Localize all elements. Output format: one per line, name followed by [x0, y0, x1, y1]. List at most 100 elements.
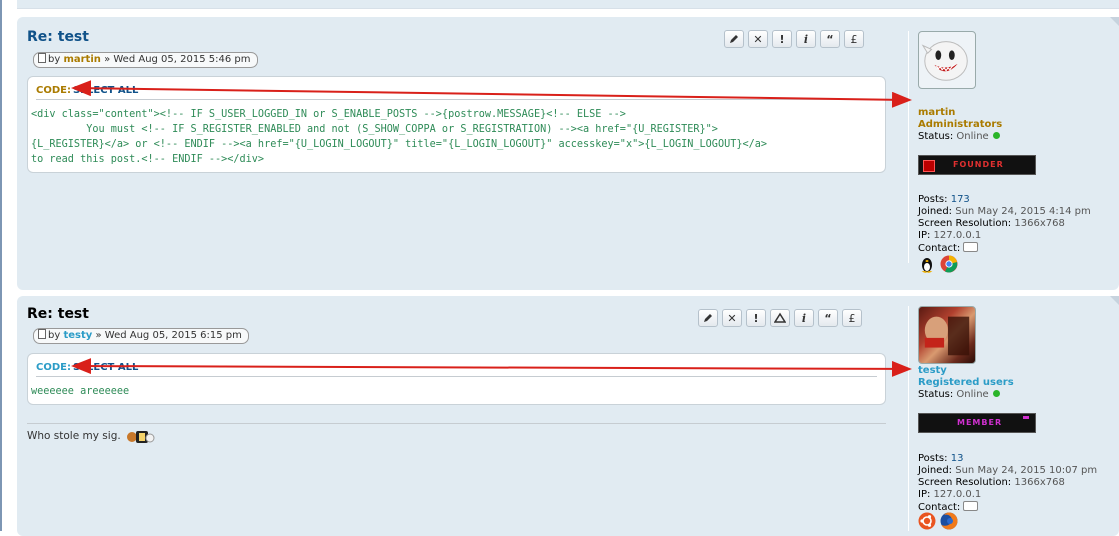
post-icon[interactable]	[38, 329, 46, 339]
code-content: <div class="content"><!-- IF S_USER_LOGG…	[31, 107, 767, 167]
profile-joined: Joined: Sun May 24, 2015 4:14 pm	[918, 206, 1091, 217]
linux-icon	[921, 258, 933, 273]
posts-label: Posts:	[918, 453, 948, 464]
profile-rank: Administrators	[918, 119, 1003, 130]
rank-badge-icon	[1023, 416, 1029, 419]
edit-icon	[730, 35, 738, 43]
code-header: CODE: SELECT ALL	[36, 362, 138, 373]
report-icon: !	[753, 311, 759, 325]
author-link[interactable]: martin	[63, 54, 100, 65]
code-box: CODE: SELECT ALL weeeeee areeeeee	[27, 353, 886, 405]
status-label: Status:	[918, 389, 954, 400]
firefox-icon	[940, 512, 958, 530]
post-1: Re: test by martin » Wed Aug 05, 2015 5:…	[17, 17, 1119, 290]
joined-value: Sun May 24, 2015 10:07 pm	[955, 465, 1098, 476]
ip-value: 127.0.0.1	[933, 489, 982, 500]
chrome-icon	[940, 255, 958, 273]
profile-username[interactable]: martin	[918, 107, 955, 118]
profile-resolution: Screen Resolution: 1366x768	[918, 477, 1065, 488]
post-2: Re: test by testy » Wed Aug 05, 2015 6:1…	[17, 296, 1119, 536]
avatar[interactable]	[918, 31, 976, 89]
delete-button[interactable]: ✕	[722, 309, 742, 327]
rank-badge-icon	[923, 160, 935, 172]
rank-image-text: FOUNDER	[953, 160, 1004, 169]
sig-smiley-icon	[126, 431, 155, 443]
delete-icon: ✕	[727, 311, 737, 325]
resolution-value: 1366x768	[1014, 477, 1065, 488]
avatar[interactable]	[918, 306, 976, 364]
pound-button[interactable]: £	[842, 309, 862, 327]
post-buttons: ✕ ! i “ £	[698, 309, 862, 327]
select-all-link[interactable]: SELECT ALL	[73, 85, 138, 96]
post-date: » Wed Aug 05, 2015 5:46 pm	[104, 54, 251, 65]
rank-image-text: MEMBER	[957, 418, 1003, 427]
code-line: weeeeee areeeeee	[31, 386, 130, 397]
profile-status: Status: Online	[918, 389, 1000, 400]
joined-label: Joined:	[918, 465, 953, 476]
signature: Who stole my sig.	[27, 428, 155, 444]
contact-bubble-icon[interactable]	[963, 501, 979, 511]
edit-button[interactable]	[698, 309, 718, 327]
warn-button[interactable]	[770, 309, 790, 327]
pound-button[interactable]: £	[844, 30, 864, 48]
report-button[interactable]: !	[772, 30, 792, 48]
code-divider	[36, 99, 877, 100]
profile-username[interactable]: testy	[918, 365, 947, 376]
code-label: CODE:	[36, 362, 71, 373]
posts-label: Posts:	[918, 194, 948, 205]
profile-rank: Registered users	[918, 377, 1014, 388]
post-profile: testy Registered users Status: Online ME…	[908, 306, 1109, 531]
info-icon: i	[803, 32, 809, 46]
ip-label: IP:	[918, 489, 931, 500]
report-icon: !	[779, 32, 785, 46]
post-corner	[1110, 17, 1119, 26]
pound-icon: £	[848, 311, 856, 325]
profile-resolution: Screen Resolution: 1366x768	[918, 218, 1065, 229]
code-header: CODE: SELECT ALL	[36, 85, 138, 96]
platform-icons	[918, 512, 958, 530]
quote-button[interactable]: “	[818, 309, 838, 327]
code-line: {L_REGISTER}</a> or <!-- ENDIF --><a hre…	[31, 139, 768, 150]
online-indicator-icon	[992, 132, 1000, 139]
code-divider	[36, 376, 877, 377]
quote-button[interactable]: “	[820, 30, 840, 48]
author-link[interactable]: testy	[63, 330, 92, 341]
status-value: Online	[956, 131, 989, 142]
signature-text: Who stole my sig.	[27, 430, 121, 442]
rank-image: FOUNDER	[918, 155, 1036, 175]
ip-label: IP:	[918, 230, 931, 241]
info-button[interactable]: i	[794, 309, 814, 327]
resolution-label: Screen Resolution:	[918, 477, 1012, 488]
posts-count-link[interactable]: 13	[951, 453, 964, 464]
post-title[interactable]: Re: test	[27, 306, 89, 322]
code-line: <div class="content"><!-- IF S_USER_LOGG…	[31, 109, 626, 120]
profile-status: Status: Online	[918, 131, 1000, 142]
joined-value: Sun May 24, 2015 4:14 pm	[955, 206, 1091, 217]
code-label: CODE:	[36, 85, 71, 96]
report-button[interactable]: !	[746, 309, 766, 327]
post-corner	[1110, 296, 1119, 305]
quote-icon: “	[826, 32, 834, 46]
profile-ip: IP: 127.0.0.1	[918, 230, 981, 241]
edit-button[interactable]	[724, 30, 744, 48]
joined-label: Joined:	[918, 206, 953, 217]
post-author-line: by martin » Wed Aug 05, 2015 5:46 pm	[33, 52, 258, 68]
online-indicator-icon	[992, 390, 1000, 397]
post-icon[interactable]	[38, 53, 46, 63]
post-date: » Wed Aug 05, 2015 6:15 pm	[95, 330, 242, 341]
contact-bubble-icon[interactable]	[963, 242, 979, 252]
profile-ip: IP: 127.0.0.1	[918, 489, 981, 500]
edit-icon	[704, 314, 712, 322]
contact-label: Contact:	[918, 243, 961, 254]
select-all-link[interactable]: SELECT ALL	[73, 362, 138, 373]
platform-icons	[918, 255, 958, 273]
quote-icon: “	[824, 311, 832, 325]
left-border	[0, 0, 2, 531]
delete-button[interactable]: ✕	[748, 30, 768, 48]
info-button[interactable]: i	[796, 30, 816, 48]
post-profile: martin Administrators Status: Online FOU…	[908, 31, 1109, 273]
code-content: weeeeee areeeeee	[31, 384, 129, 399]
profile-contact: Contact:	[918, 242, 979, 254]
post-title[interactable]: Re: test	[27, 29, 89, 45]
posts-count-link[interactable]: 173	[951, 194, 970, 205]
